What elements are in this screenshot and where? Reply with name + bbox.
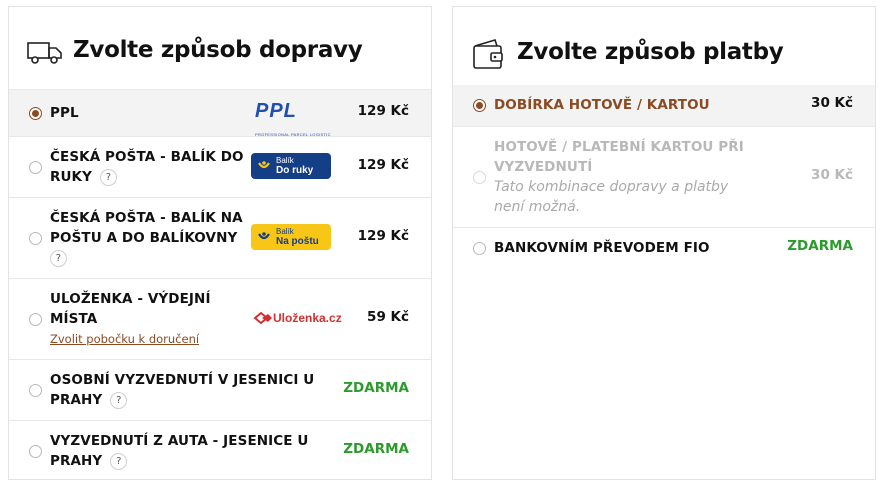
payment-header: Zvolte způsob platby [453,7,875,85]
help-icon[interactable]: ? [110,452,128,470]
option-label: HOTOVĚ / PLATEBNÍ KARTOU PŘI VYZVEDNUTÍ [494,139,744,175]
shipping-option-osobni[interactable]: OSOBNÍ VYZVEDNUTÍ V JESENICI U PRAHY? ZD… [9,359,431,420]
radio-dobirka[interactable] [473,99,486,112]
option-label: VYZVEDNUTÍ Z AUTA - JESENICE U PRAHY? [50,433,309,470]
radio-ppl[interactable] [29,107,42,120]
choose-branch-link[interactable]: Zvolit pobočku k doručení [50,332,199,346]
option-price: 129 Kč [357,103,409,119]
option-price: ZDARMA [343,441,409,457]
shipping-option-cp-na-postu[interactable]: ČESKÁ POŠTA - BALÍK NA POŠTU A DO BALÍKO… [9,197,431,278]
option-price: ZDARMA [343,380,409,396]
shipping-title: Zvolte způsob dopravy [73,37,363,63]
shipping-option-ulozenka[interactable]: ULOŽENKA - VÝDEJNÍ MÍSTA Zvolit pobočku … [9,278,431,359]
payment-option-hotove: HOTOVĚ / PLATEBNÍ KARTOU PŘI VYZVEDNUTÍ … [453,126,875,227]
ulozenka-logo: Uloženka.cz [253,311,342,325]
option-label: BANKOVNÍM PŘEVODEM FIO [494,240,710,256]
option-price: 129 Kč [357,157,409,173]
shipping-panel: Zvolte způsob dopravy PPL PPL PROFESSION… [8,6,432,480]
truck-icon [27,41,63,69]
unavailable-note: Tato kombinace dopravy a platby není mož… [494,179,729,215]
balik-na-postu-logo: Balík Na poštu [251,224,331,250]
option-label: ČESKÁ POŠTA - BALÍK DO RUKY? [50,149,244,186]
shipping-option-ppl[interactable]: PPL PPL PROFESSIONAL PARCEL LOGISTIC 129… [9,89,431,137]
radio-cp-do-ruky[interactable] [29,161,42,174]
payment-title: Zvolte způsob platby [517,39,784,65]
radio-bank-transfer[interactable] [473,242,486,255]
radio-cp-na-postu[interactable] [29,232,42,245]
help-icon[interactable]: ? [110,391,128,409]
radio-osobni[interactable] [29,384,42,397]
shipping-header: Zvolte způsob dopravy [9,7,431,89]
balik-do-ruky-logo: Balík Do ruky [251,153,331,179]
option-price: 129 Kč [357,228,409,244]
wallet-icon [471,37,505,75]
option-label: DOBÍRKA HOTOVĚ / KARTOU [494,97,710,113]
radio-hotove [473,171,486,184]
option-price: 30 Kč [811,95,853,111]
option-label: PPL [50,105,79,121]
radio-z-auta[interactable] [29,445,42,458]
radio-ulozenka[interactable] [29,313,42,326]
payment-option-bank-transfer[interactable]: BANKOVNÍM PŘEVODEM FIO ZDARMA [453,227,875,267]
option-label: OSOBNÍ VYZVEDNUTÍ V JESENICI U PRAHY? [50,372,315,409]
option-label: ULOŽENKA - VÝDEJNÍ MÍSTA Zvolit pobočku … [50,291,211,346]
option-price: ZDARMA [787,238,853,254]
option-price: 30 Kč [811,167,853,183]
shipping-option-cp-do-ruky[interactable]: ČESKÁ POŠTA - BALÍK DO RUKY? Balík Do ruk… [9,136,431,197]
option-price: 59 Kč [367,309,409,325]
help-icon[interactable]: ? [50,249,67,267]
help-icon[interactable]: ? [100,168,117,186]
option-label: ČESKÁ POŠTA - BALÍK NA POŠTU A DO BALÍKO… [50,208,243,268]
payment-panel: Zvolte způsob platby DOBÍRKA HOTOVĚ / KA… [452,6,876,480]
ppl-logo: PPL PROFESSIONAL PARCEL LOGISTIC [255,100,331,137]
shipping-option-z-auta[interactable]: VYZVEDNUTÍ Z AUTA - JESENICE U PRAHY? ZD… [9,420,431,481]
payment-option-dobirka[interactable]: DOBÍRKA HOTOVĚ / KARTOU 30 Kč [453,85,875,126]
